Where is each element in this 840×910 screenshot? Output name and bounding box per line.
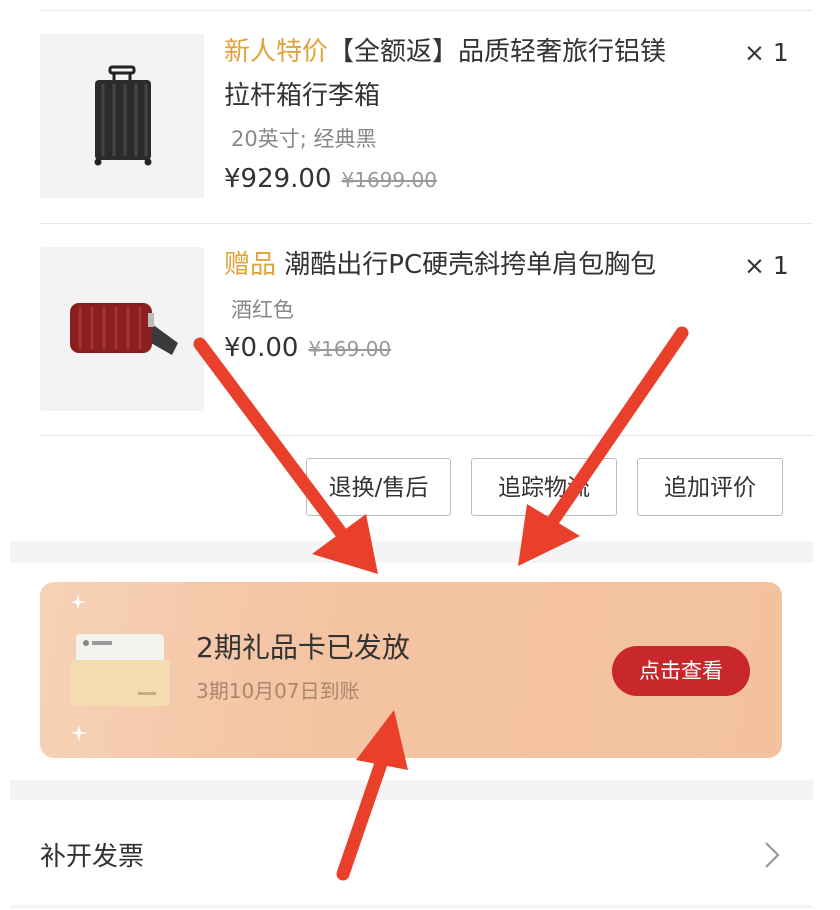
- product-title-text: 【全额返】品质轻奢旅行铝镁: [328, 37, 667, 67]
- product-price-row: ¥929.00 ¥1699.00: [224, 164, 437, 194]
- chevron-right-icon: [765, 842, 780, 868]
- invoice-label: 补开发票: [40, 842, 145, 872]
- top-divider: [40, 10, 813, 11]
- section-separator: [10, 541, 813, 563]
- sparkle-icon: [70, 724, 88, 742]
- product-tag: 赠品: [224, 250, 277, 280]
- product-quantity: × 1: [744, 38, 789, 67]
- gift-card-subtitle: 3期10月07日到账: [196, 679, 360, 703]
- product-spec: 酒红色: [231, 298, 294, 322]
- product-title-text: 潮酷出行PC硬壳斜挎单肩包胸包: [284, 250, 657, 280]
- product-original-price: ¥1699.00: [341, 168, 437, 192]
- bag-icon: [70, 303, 178, 355]
- product-tag: 新人特价: [224, 37, 329, 67]
- product-original-price: ¥169.00: [308, 337, 392, 361]
- product-price: ¥0.00: [224, 333, 299, 363]
- annotation-arrow: [518, 326, 689, 566]
- product-price: ¥929.00: [224, 164, 332, 194]
- product-quantity: × 1: [744, 251, 789, 280]
- gift-card-banner[interactable]: 2期礼品卡已发放 3期10月07日到账 点击查看: [40, 582, 782, 758]
- product-spec: 20英寸; 经典黑: [231, 127, 377, 151]
- sparkle-icon: [70, 594, 86, 610]
- item-divider: [40, 223, 813, 224]
- product-image[interactable]: [40, 34, 204, 198]
- gift-card-envelope-icon: [70, 634, 170, 706]
- luggage-icon: [94, 65, 152, 166]
- add-review-button[interactable]: 追加评价: [637, 458, 783, 516]
- product-title-line2: 拉杆箱行李箱: [224, 81, 381, 111]
- bottom-divider: [10, 905, 813, 908]
- product-image[interactable]: [40, 247, 204, 411]
- track-logistics-button[interactable]: 追踪物流: [471, 458, 617, 516]
- product-title[interactable]: 赠品 潮酷出行PC硬壳斜挎单肩包胸包: [224, 243, 724, 287]
- return-aftersale-button[interactable]: 退换/售后: [306, 458, 451, 516]
- gift-card-title: 2期礼品卡已发放: [196, 631, 410, 664]
- view-gift-card-button[interactable]: 点击查看: [612, 646, 750, 696]
- section-separator: [10, 780, 813, 800]
- item-divider: [40, 435, 813, 436]
- product-price-row: ¥0.00 ¥169.00: [224, 333, 391, 363]
- product-title[interactable]: 新人特价【全额返】品质轻奢旅行铝镁 拉杆箱行李箱: [224, 30, 724, 118]
